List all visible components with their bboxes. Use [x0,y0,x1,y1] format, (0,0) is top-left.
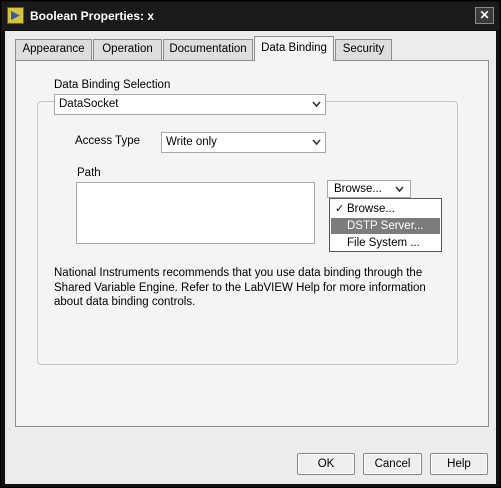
tab-operation[interactable]: Operation [93,39,162,60]
menu-item-browse[interactable]: ✓ Browse... [331,201,440,217]
ok-button[interactable]: OK [297,453,355,475]
path-input[interactable] [76,182,315,244]
chevron-down-icon [395,186,404,193]
menu-item-dstp-server[interactable]: DSTP Server... [331,218,440,234]
menu-item-label: File System ... [347,237,420,249]
access-type-value: Write only [166,136,217,148]
path-label: Path [77,167,101,179]
data-binding-selection-label: Data Binding Selection [54,79,171,91]
properties-dialog: Boolean Properties: x ✕ Appearance Opera… [0,0,501,488]
data-binding-note: National Instruments recommends that you… [54,267,426,308]
tab-security[interactable]: Security [335,39,392,60]
close-button[interactable]: ✕ [475,7,494,24]
browse-dropdown-button[interactable]: Browse... [327,180,411,198]
menu-item-label: Browse... [347,203,395,215]
browse-menu: ✓ Browse... DSTP Server... File System .… [329,198,442,252]
menu-item-label: DSTP Server... [347,220,424,232]
data-binding-panel: Data Binding Selection DataSocket Access… [15,60,489,427]
chevron-down-icon [312,139,321,147]
cancel-button[interactable]: Cancel [363,453,422,475]
data-binding-selection-dropdown[interactable]: DataSocket [54,94,326,115]
tab-appearance[interactable]: Appearance [15,39,92,60]
access-type-label: Access Type [75,135,140,147]
tab-data-binding[interactable]: Data Binding [254,36,334,61]
window-title: Boolean Properties: x [30,9,155,23]
menu-item-file-system[interactable]: File System ... [331,235,440,251]
title-bar[interactable]: Boolean Properties: x ✕ [2,2,499,30]
dialog-client-area: Appearance Operation Documentation Data … [5,31,496,484]
access-type-dropdown[interactable]: Write only [161,132,326,153]
chevron-down-icon [312,101,321,109]
browse-button-label: Browse... [334,183,382,195]
tab-documentation[interactable]: Documentation [163,39,253,60]
labview-vi-icon [7,7,24,24]
help-button[interactable]: Help [430,453,488,475]
checkmark-icon: ✓ [335,203,345,215]
data-binding-selection-value: DataSocket [59,98,119,110]
